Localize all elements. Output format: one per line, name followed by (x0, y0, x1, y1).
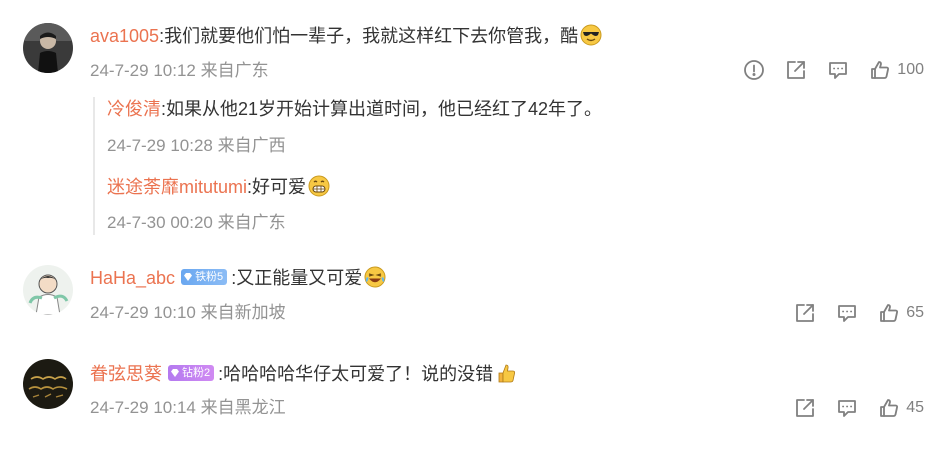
comment-button[interactable] (827, 57, 849, 83)
share-button[interactable] (794, 395, 816, 421)
share-button[interactable] (785, 57, 807, 83)
reply-time: 24-7-30 00:20 (107, 213, 213, 232)
like-button[interactable]: 65 (878, 300, 924, 326)
thumbs-up-icon (880, 399, 899, 417)
share-icon (787, 61, 806, 79)
comment-username[interactable]: HaHa_abc (90, 268, 175, 288)
avatar[interactable] (23, 265, 73, 315)
avatar[interactable] (23, 359, 73, 409)
reply-time: 24-7-29 10:28 (107, 136, 213, 155)
comment-button[interactable] (836, 300, 858, 326)
comment-icon (838, 305, 857, 322)
comment-button[interactable] (836, 395, 858, 421)
share-icon (796, 399, 815, 417)
reply-text: 好可爱 (252, 177, 307, 197)
diamond-icon (171, 369, 179, 377)
comment-location: 来自广东 (200, 61, 269, 80)
comment-icon (838, 400, 857, 417)
reply-username[interactable]: 迷途荼靡mitutumi (107, 177, 247, 197)
like-count: 65 (906, 304, 924, 321)
sunglasses-emoji (580, 24, 602, 46)
report-icon (744, 60, 765, 80)
fan-badge-label: 钻粉2 (182, 367, 211, 379)
thumbs-up-emoji (495, 362, 517, 384)
share-button[interactable] (794, 300, 816, 326)
comment-icon (829, 62, 848, 79)
comment-time: 24-7-29 10:14 (90, 398, 196, 417)
comment-location: 来自新加坡 (200, 303, 286, 322)
reply-username[interactable]: 冷俊清 (107, 99, 161, 119)
report-button[interactable] (743, 57, 765, 83)
avatar[interactable] (23, 23, 73, 73)
reply-text: 如果从他21岁开始计算出道时间，他已经红了42年了。 (166, 99, 603, 119)
like-button[interactable]: 45 (878, 395, 924, 421)
like-count: 100 (897, 61, 924, 78)
comment-username[interactable]: ava1005 (90, 26, 159, 46)
reply-thread: 冷俊清:如果从他21岁开始计算出道时间，他已经红了42年了。 24-7-29 1… (93, 97, 833, 235)
laugh-tears-emoji (364, 266, 386, 288)
like-count: 45 (906, 399, 924, 416)
comment-username[interactable]: 眷弦思葵 (90, 364, 162, 384)
comment-text: 又正能量又可爱 (236, 268, 363, 288)
fan-badge-label: 铁粉5 (195, 271, 224, 283)
comment-location: 来自黑龙江 (200, 398, 286, 417)
comment-time: 24-7-29 10:10 (90, 303, 196, 322)
comment-time: 24-7-29 10:12 (90, 61, 196, 80)
reply-location: 来自广东 (217, 213, 286, 232)
reply-location: 来自广西 (217, 136, 286, 155)
fan-badge[interactable]: 钻粉2 (168, 365, 215, 381)
grin-emoji (308, 175, 330, 197)
thumbs-up-icon (880, 304, 899, 322)
fan-badge[interactable]: 铁粉5 (181, 269, 228, 285)
comment-text: 哈哈哈哈华仔太可爱了！说的没错 (223, 364, 494, 384)
share-icon (796, 304, 815, 322)
thumbs-up-icon (871, 61, 890, 79)
diamond-icon (184, 273, 193, 281)
like-button[interactable]: 100 (869, 57, 924, 83)
comment-text: 我们就要他们怕一辈子，我就这样红下去你管我，酷 (164, 26, 579, 46)
